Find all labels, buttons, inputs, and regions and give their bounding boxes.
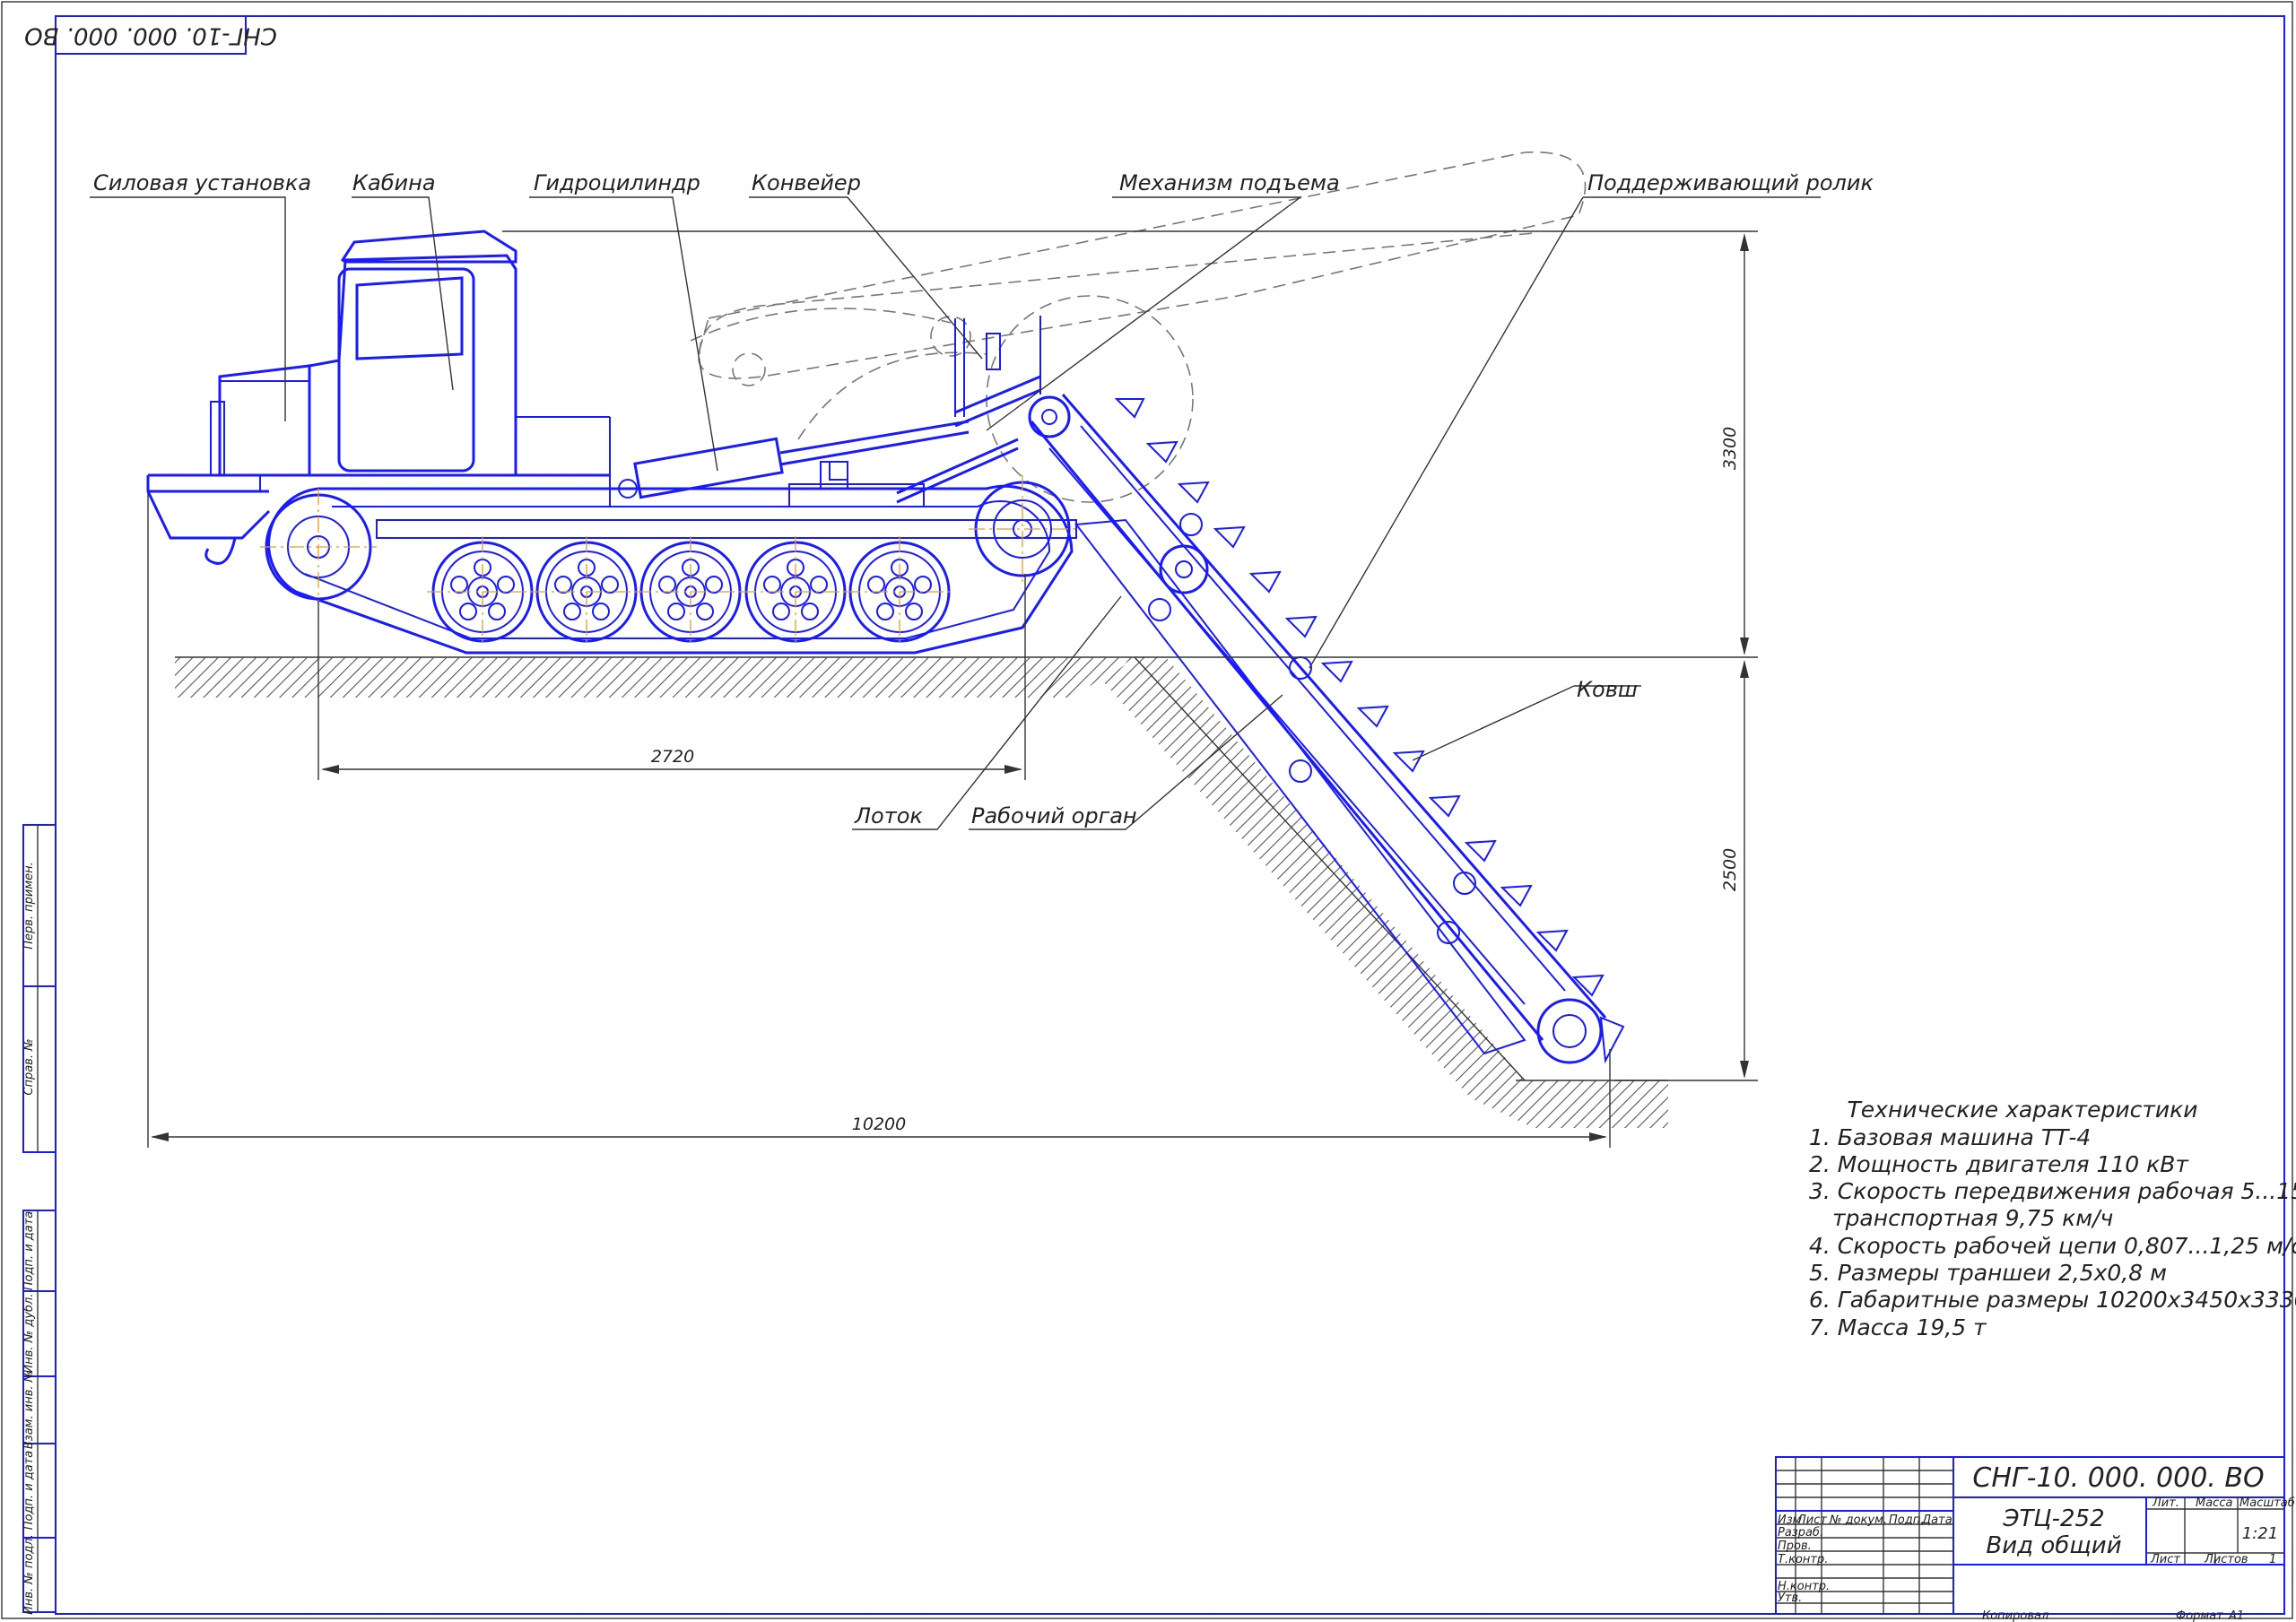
leader-lines	[90, 196, 1821, 830]
label-support-roller: Поддерживающий ролик	[1587, 170, 1874, 195]
tb-format: Формат	[2176, 1609, 2223, 1622]
raised-position-outline	[690, 151, 1587, 503]
road-wheel	[740, 536, 851, 647]
side-stamp-6: Подп. и дата	[22, 1451, 36, 1531]
tb-code: СНГ-10. 000. 000. ВО	[1972, 1462, 2264, 1494]
side-stamp-5: Взам. инв. №	[22, 1370, 36, 1449]
dim-height-above: 3300	[1720, 427, 1740, 470]
side-stamp-7: Инв. № подл.	[22, 1534, 36, 1615]
label-conveyor: Конвейер	[752, 170, 861, 195]
road-wheel	[531, 536, 642, 647]
tb-sheets-count: 1	[2269, 1553, 2276, 1566]
road-wheel	[427, 536, 538, 647]
tb-copied: Копировал	[1982, 1609, 2048, 1622]
tb-lit: Лит.	[2152, 1496, 2179, 1510]
road-wheel	[844, 536, 955, 647]
specifications: Технические характеристики 1. Базовая ма…	[1809, 1097, 2296, 1340]
tb-role-razrab: Разраб.	[1778, 1526, 1823, 1540]
tb-name-2: Вид общий	[1986, 1532, 2121, 1559]
tb-format-value: А1	[2228, 1609, 2244, 1622]
side-stamp-1: Перв. примен.	[22, 862, 36, 950]
side-stamp-4: Инв. № дубл.	[22, 1294, 36, 1374]
label-working-body: Рабочий орган	[971, 803, 1137, 828]
label-cab: Кабина	[352, 170, 436, 195]
spec-line: 4. Скорость рабочей цепи 0,807...1,25 м/…	[1809, 1233, 2296, 1259]
spec-line: 1. Базовая машина ТТ-4	[1809, 1124, 2091, 1150]
label-bucket: Ковш	[1577, 677, 1638, 702]
road-wheels	[427, 536, 955, 647]
tb-role-utv: Утв.	[1778, 1592, 1802, 1605]
tb-col-date: Дата	[1921, 1514, 1952, 1527]
tb-role-prov: Пров.	[1778, 1540, 1812, 1553]
outer-frame	[1, 1, 2293, 1619]
spec-line: 7. Масса 19,5 т	[1809, 1314, 1987, 1340]
tb-col-doc: № докум.	[1829, 1514, 1887, 1527]
side-stamp: Перв. примен. Справ. № Подп. и дата Инв.…	[22, 824, 57, 1615]
tb-name-1: ЭТЦ-252	[2002, 1505, 2104, 1532]
inner-frame	[55, 15, 2285, 1615]
spec-title: Технические характеристики	[1848, 1097, 2198, 1123]
base-machine	[146, 230, 1077, 565]
corner-code: СНГ-10. 000. 000. ВО	[24, 22, 277, 49]
tb-role-tkontr: Т.контр.	[1778, 1553, 1828, 1566]
spec-line: 5. Размеры траншеи 2,5х0,8 м	[1809, 1260, 2167, 1286]
spec-line: транспортная 9,75 км/ч	[1832, 1205, 2113, 1231]
technical-drawing: СНГ-10. 000. 000. ВО Перв. примен. Справ…	[1, 1, 2296, 1622]
tb-scale: 1:21	[2242, 1524, 2278, 1543]
spec-line: 2. Мощность двигателя 110 кВт	[1809, 1151, 2189, 1177]
spec-line: 3. Скорость передвижения рабочая 5...150…	[1809, 1178, 2296, 1204]
dim-wheelbase: 2720	[651, 747, 694, 767]
spec-line: 6. Габаритные размеры 10200х3450х3330 мм	[1809, 1287, 2296, 1313]
label-lifting-mechanism: Механизм подъема	[1119, 170, 1340, 195]
tb-sheets: Листов	[2204, 1553, 2248, 1566]
label-power-unit: Силовая установка	[93, 170, 311, 195]
title-block: Изм Лист № докум. Подп. Дата Разраб. Про…	[1775, 1456, 2295, 1622]
label-tray: Лоток	[854, 803, 923, 828]
dim-depth-below: 2500	[1720, 848, 1740, 891]
working-body	[1028, 394, 1625, 1064]
tb-col-sign: Подп.	[1889, 1514, 1924, 1527]
side-stamp-3: Подп. и дата	[22, 1211, 36, 1291]
tb-scale-label: Масштаб	[2239, 1496, 2295, 1510]
tb-col-list: Лист	[1796, 1514, 1827, 1527]
road-wheel	[635, 536, 746, 647]
ground	[175, 656, 1668, 1128]
label-hydro-cylinder: Гидроцилиндр	[534, 170, 700, 195]
tb-mass: Масса	[2196, 1496, 2232, 1510]
dim-total-length: 10200	[852, 1115, 906, 1134]
tb-sheet: Лист	[2150, 1553, 2180, 1566]
side-stamp-2: Справ. №	[22, 1038, 36, 1095]
